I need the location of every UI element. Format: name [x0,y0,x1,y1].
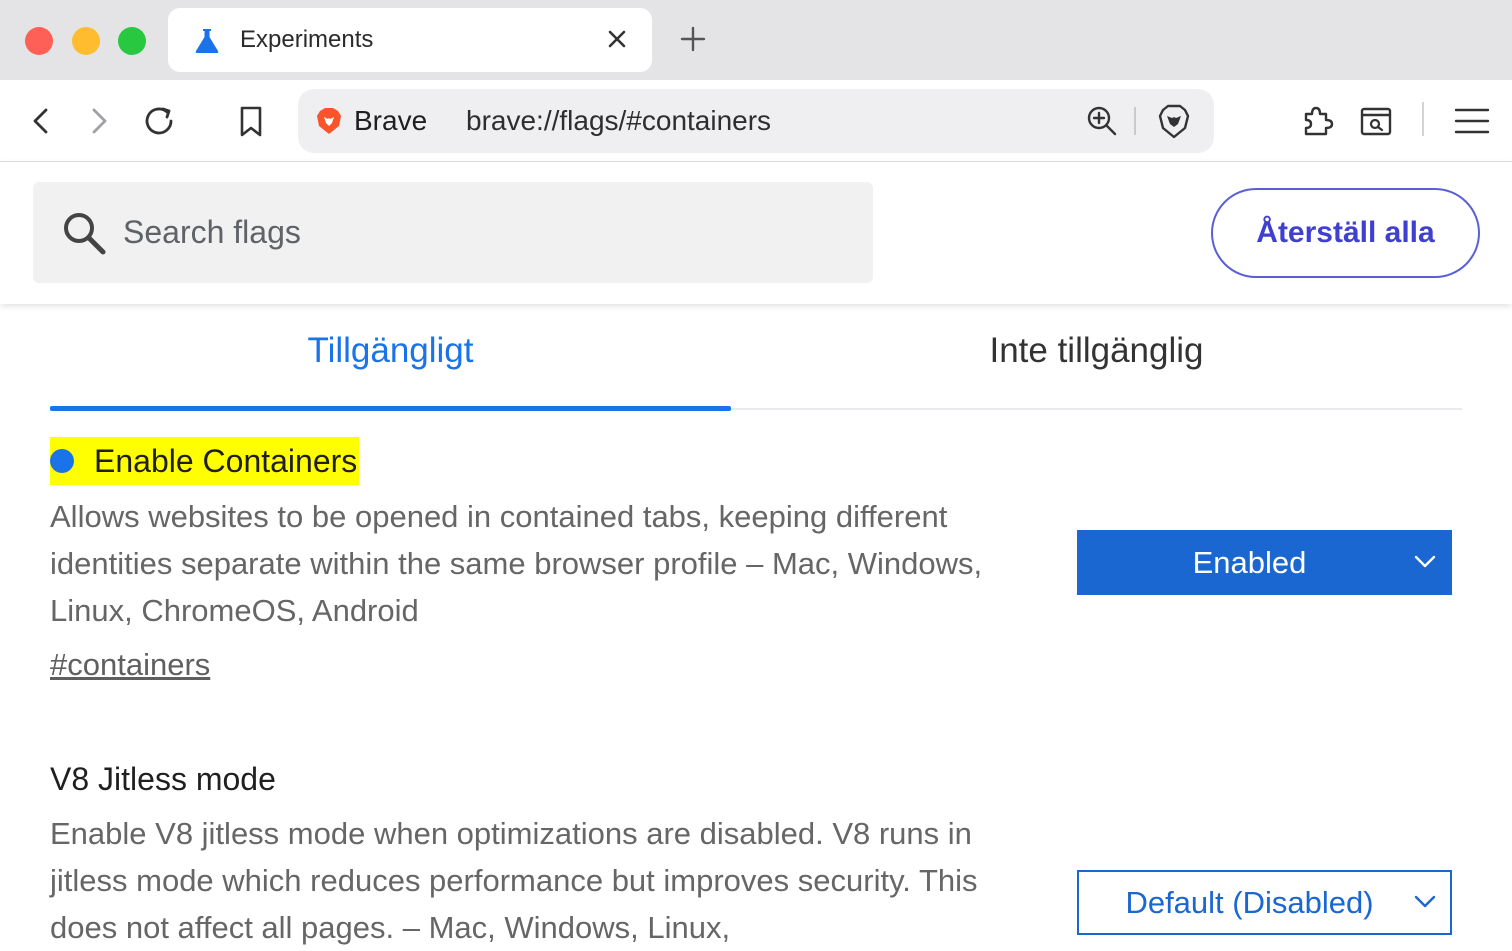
brave-shields-icon[interactable] [1156,103,1192,139]
tab-title: Experiments [240,26,374,53]
experiment-description: Allows websites to be opened in containe… [50,499,983,628]
brave-logo-icon [317,108,341,134]
omnibox-brand: Brave [354,105,428,136]
experiment-state-select[interactable]: Default (Disabled) [1077,870,1452,935]
url-text[interactable]: brave://flags/#containers [466,105,771,137]
experiment-title-highlight: Enable Containers [50,437,360,485]
search-icon [64,213,106,255]
tab-available[interactable]: Tillgängligt [50,304,731,408]
divider [1422,102,1424,136]
browser-toolbar: Brave brave://flags/#containers [0,80,1512,162]
experiment-state-select[interactable]: Enabled [1077,530,1452,595]
experiment-v8-jitless: V8 Jitless mode Enable V8 jitless mode w… [50,755,1462,950]
forward-icon[interactable] [80,102,118,140]
experiment-enable-containers: Enable Containers Allows websites to be … [50,437,1462,697]
close-window-button[interactable] [25,27,53,55]
divider [1134,107,1136,135]
flask-icon [195,29,219,53]
menu-icon[interactable] [1453,102,1491,140]
experiment-title: V8 Jitless mode [50,760,276,797]
search-input[interactable] [123,204,843,260]
plus-icon[interactable] [676,22,710,56]
experiment-permalink[interactable]: #containers [50,647,210,683]
bookmark-icon[interactable] [232,102,270,140]
back-icon[interactable] [22,102,60,140]
minimize-window-button[interactable] [72,27,100,55]
chevron-down-icon [1414,895,1436,908]
experiment-description: Enable V8 jitless mode when optimization… [50,816,978,945]
select-value: Enabled [1192,545,1307,580]
maximize-window-button[interactable] [118,27,146,55]
flags-tabs: Tillgängligt Inte tillgänglig [50,304,1462,411]
chevron-down-icon [1414,555,1436,568]
active-tab-indicator [50,406,731,411]
search-box[interactable] [33,182,873,283]
reset-all-button[interactable]: Återställ alla [1211,188,1480,278]
extensions-icon[interactable] [1298,102,1336,140]
select-value: Default (Disabled) [1125,885,1374,920]
tab-search-icon[interactable] [1357,102,1395,140]
zoom-icon[interactable] [1084,103,1120,139]
tab-strip: Experiments [0,0,1512,80]
flags-header: Återställ alla [0,162,1512,304]
close-icon[interactable] [602,24,632,54]
experiment-title-row: V8 Jitless mode [50,755,276,803]
address-bar[interactable]: Brave brave://flags/#containers [298,89,1214,153]
reload-icon[interactable] [140,102,178,140]
modified-dot-icon [50,449,74,473]
tab-experiments[interactable]: Experiments [168,8,652,72]
tab-unavailable[interactable]: Inte tillgänglig [731,304,1462,408]
experiment-title: Enable Containers [94,442,358,479]
